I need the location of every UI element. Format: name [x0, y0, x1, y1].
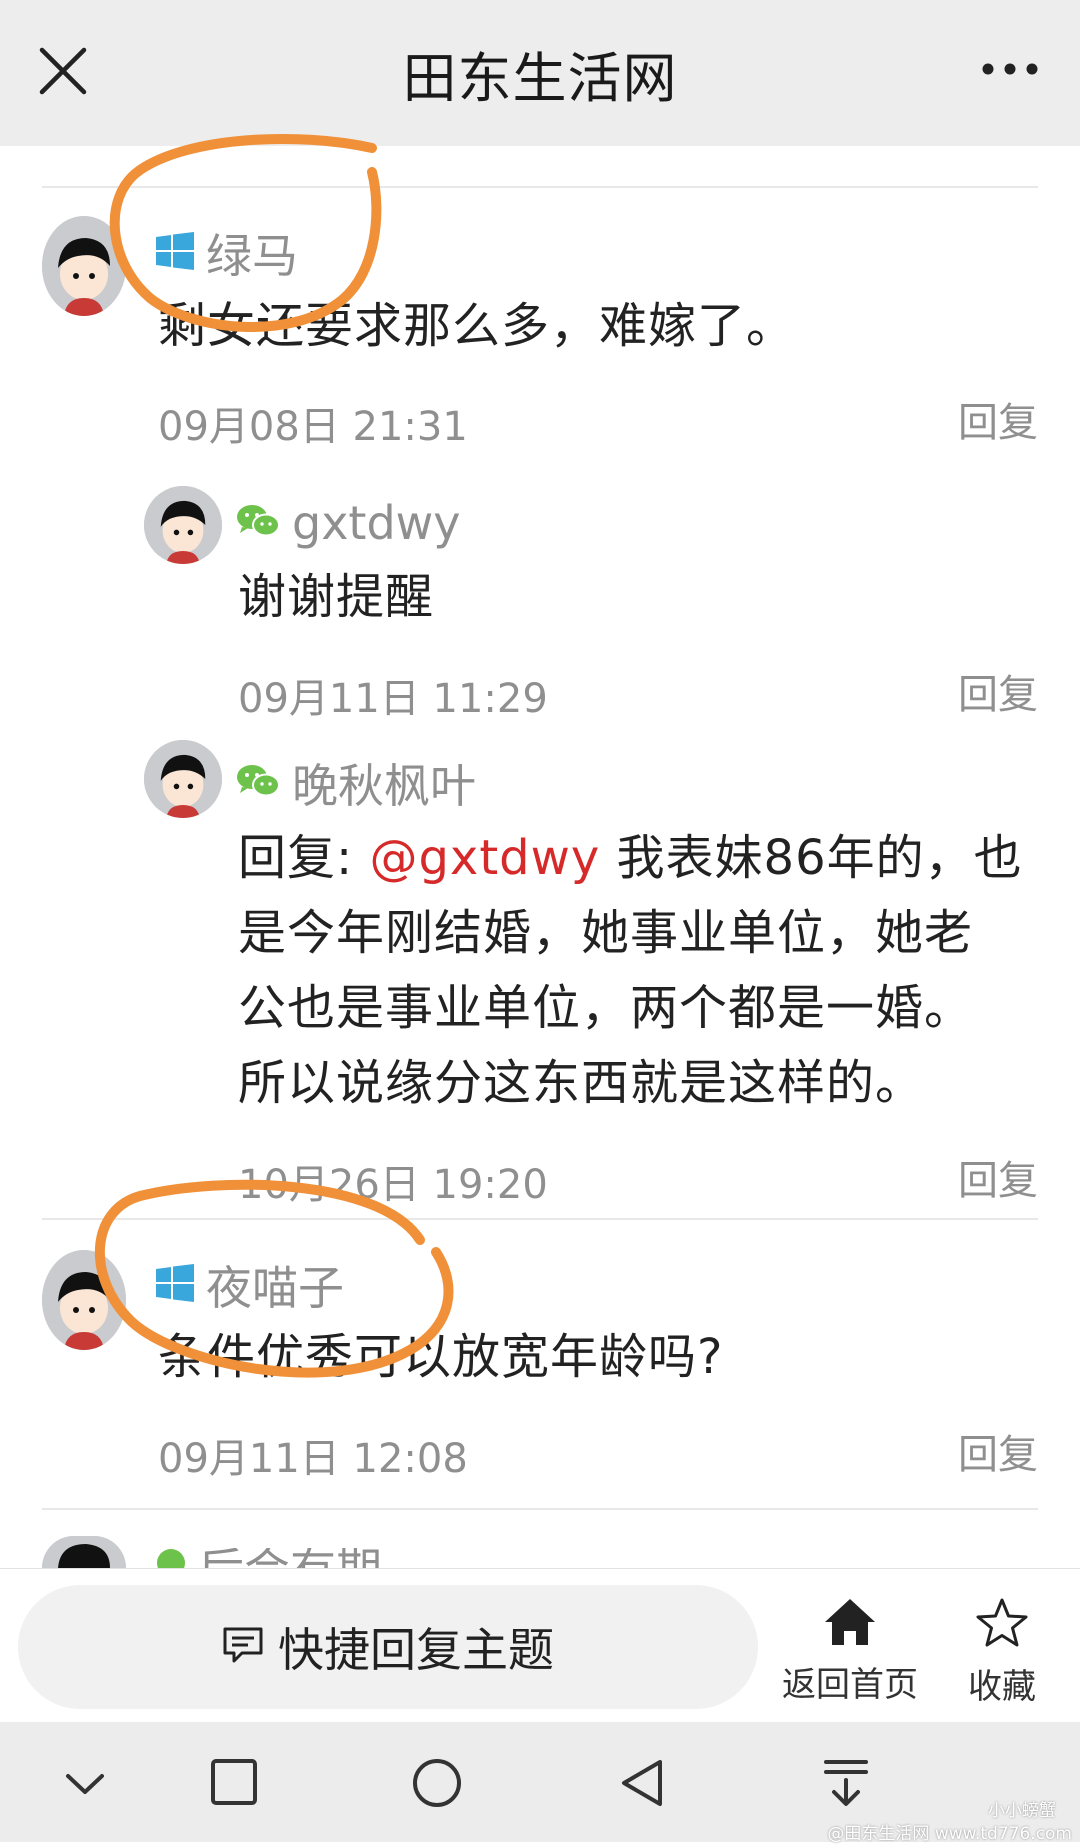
username[interactable]: gxtdwy [292, 496, 461, 550]
timestamp: 09月11日 11:29 [238, 676, 548, 722]
home-circle-icon[interactable] [412, 1758, 462, 1812]
home-button[interactable]: 返回首页 [778, 1597, 922, 1706]
chevron-down-icon[interactable] [60, 1764, 110, 1808]
username[interactable]: 后会有期 [198, 1548, 382, 1568]
comment-text: 回复: @gxtdwy 我表妹86年的，也 是今年刚结婚，她事业单位，她老 公也… [238, 821, 1038, 1121]
comment-text: 条件优秀可以放宽年龄吗? [158, 1329, 724, 1385]
quick-reply-label: 快捷回复主题 [278, 1623, 554, 1677]
bottom-action-bar: 快捷回复主题 返回首页 收藏 [0, 1568, 1080, 1723]
windows-icon [156, 1264, 194, 1306]
wechat-icon [236, 503, 280, 543]
divider [42, 186, 1038, 188]
avatar[interactable] [144, 740, 222, 818]
divider [42, 1218, 1038, 1220]
wechat-icon [156, 1548, 186, 1568]
text-line: 我表妹86年的，也 [600, 830, 1023, 886]
username[interactable]: 绿马 [206, 220, 298, 286]
reply-button[interactable]: 回复 [958, 1148, 1038, 1206]
reply-button[interactable]: 回复 [958, 1422, 1038, 1480]
avatar[interactable] [42, 1536, 126, 1568]
avatar[interactable] [144, 486, 222, 564]
windows-icon [156, 232, 194, 274]
home-label: 返回首页 [782, 1665, 918, 1705]
comment-text: 剩女还要求那么多，难嫁了。 [158, 298, 796, 354]
star-icon [975, 1598, 1029, 1653]
text-line: 是今年刚结婚，她事业单位，她老 [238, 905, 974, 961]
comment-text: 谢谢提醒 [238, 569, 435, 625]
home-icon [823, 1599, 877, 1651]
reply-button[interactable]: 回复 [958, 662, 1038, 720]
quick-reply-button[interactable]: 快捷回复主题 [18, 1585, 758, 1709]
system-navigation-bar: 小小螃蟹 @田东生活网 www.td776.com [0, 1722, 1080, 1844]
reply-button[interactable]: 回复 [958, 390, 1038, 448]
text-line: 公也是事业单位，两个都是一婚。 [238, 980, 974, 1036]
watermark-line2: @田东生活网 www.td776.com [827, 1824, 1072, 1844]
avatar[interactable] [42, 1250, 126, 1350]
reply-prefix: 回复: [238, 830, 370, 886]
timestamp: 09月11日 12:08 [158, 1436, 468, 1482]
avatar[interactable] [42, 216, 126, 316]
page-title: 田东生活网 [402, 47, 678, 110]
text-line: 所以说缘分这东西就是这样的。 [238, 1055, 925, 1111]
comment-icon [222, 1626, 264, 1668]
more-options-icon[interactable] [980, 58, 1040, 80]
divider [42, 1508, 1038, 1510]
wechat-icon [236, 763, 280, 803]
recent-apps-icon[interactable] [210, 1758, 258, 1810]
back-triangle-icon[interactable] [618, 1758, 666, 1812]
favorite-button[interactable]: 收藏 [940, 1597, 1064, 1708]
mention-link[interactable]: @gxtdwy [369, 830, 600, 886]
username[interactable]: 夜喵子 [206, 1252, 344, 1318]
top-bar: 田东生活网 [0, 0, 1080, 146]
download-icon[interactable] [822, 1758, 870, 1812]
favorite-label: 收藏 [968, 1667, 1036, 1707]
timestamp: 09月08日 21:31 [158, 404, 468, 450]
username[interactable]: 晚秋枫叶 [292, 750, 476, 816]
watermark-line1: 小小螃蟹 [988, 1801, 1056, 1821]
timestamp: 10月26日 19:20 [238, 1162, 548, 1208]
